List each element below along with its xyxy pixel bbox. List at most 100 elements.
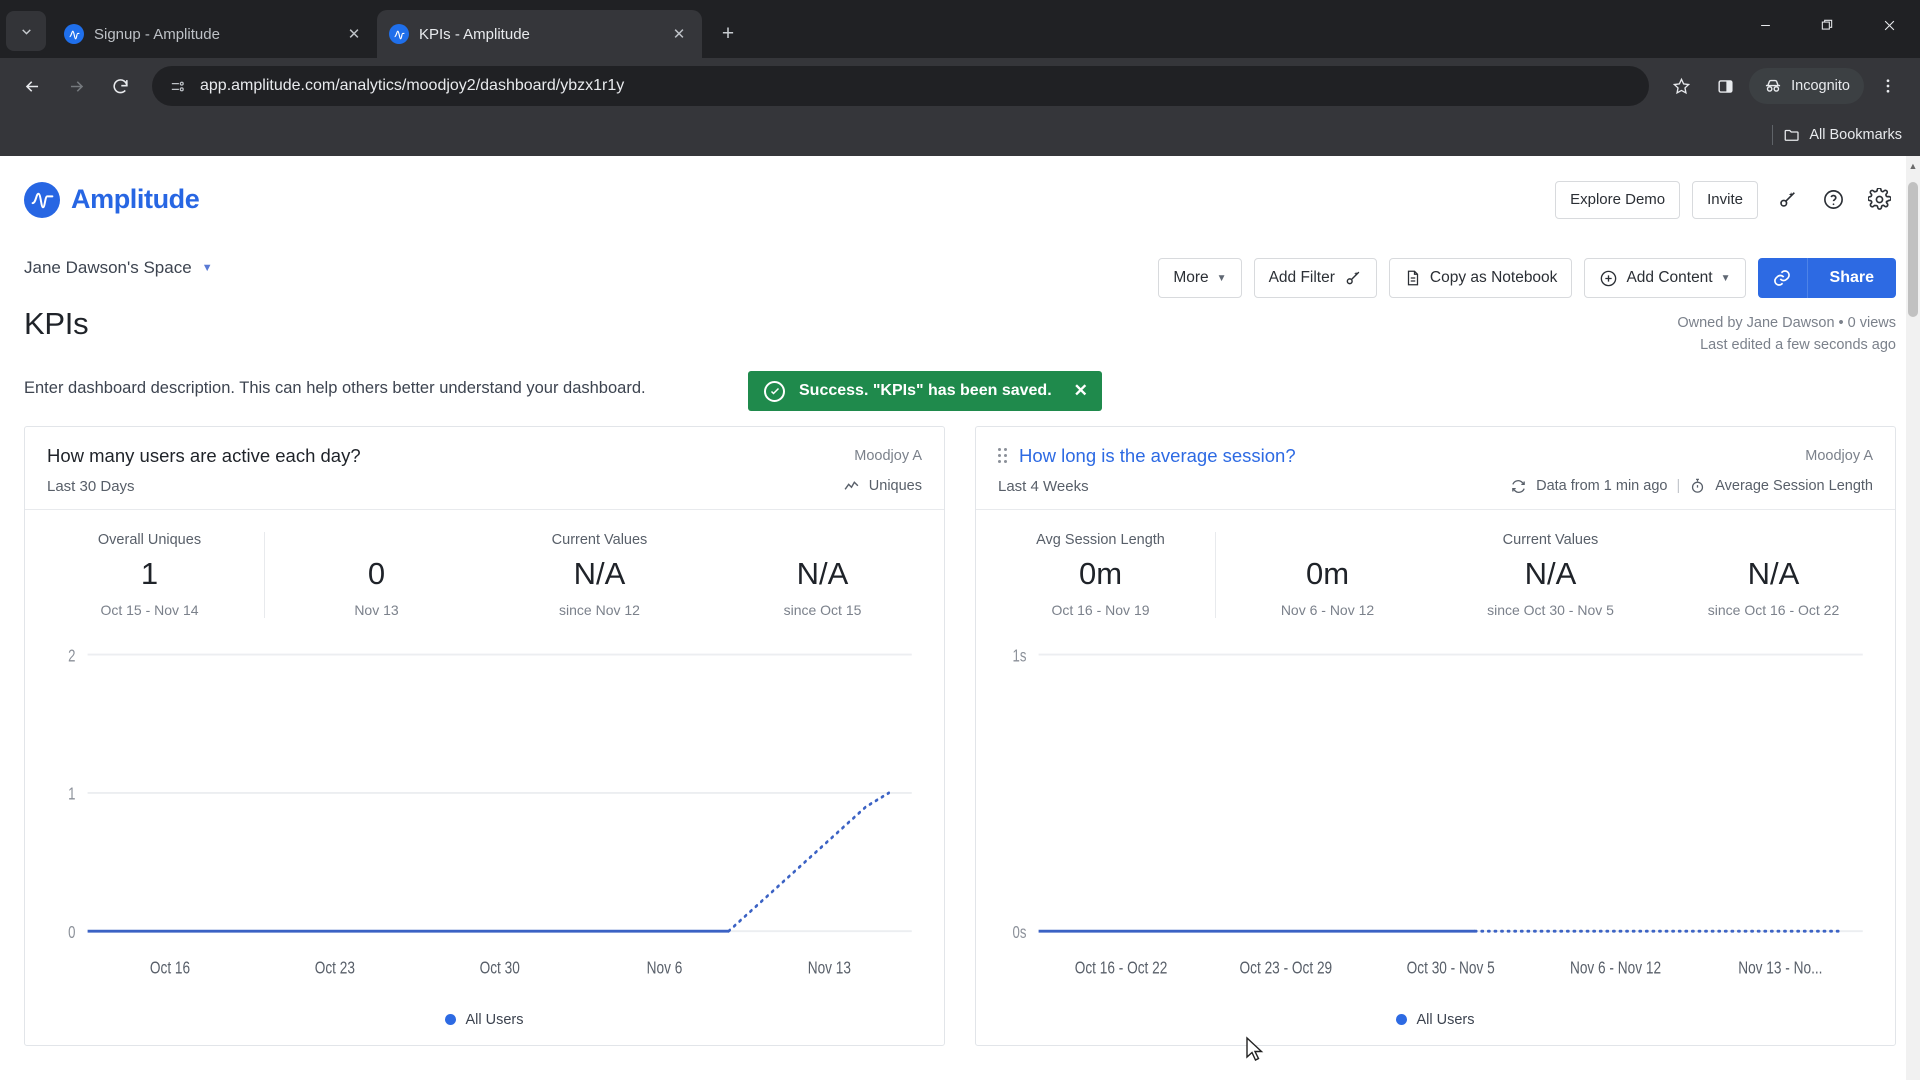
scrollbar-thumb[interactable] — [1908, 182, 1918, 317]
side-panel-icon — [1718, 79, 1733, 93]
settings-button[interactable] — [1862, 183, 1896, 217]
chart-legend[interactable]: All Users — [25, 995, 944, 1045]
chart-card-daily-active-users: How many users are active each day? Mood… — [24, 425, 945, 1046]
legend-color-swatch — [1396, 1014, 1408, 1026]
scroll-up-icon[interactable]: ▲ — [1906, 158, 1920, 174]
toast-message: Success. "KPIs" has been saved. — [799, 382, 1052, 399]
maximize-button[interactable] — [1796, 0, 1858, 50]
page-title[interactable]: KPIs — [24, 306, 89, 342]
tab-search-button[interactable] — [6, 11, 46, 51]
y-axis-tick-label: 2 — [68, 647, 75, 666]
amplitude-logo-icon — [24, 181, 60, 218]
reload-button[interactable] — [100, 66, 140, 106]
all-bookmarks-button[interactable]: All Bookmarks — [1783, 126, 1902, 144]
current-value: N/A — [1524, 555, 1577, 591]
new-tab-button[interactable]: + — [710, 16, 746, 52]
current-value-item: 0m Nov 6 - Nov 12 — [1216, 548, 1439, 618]
chevron-down-icon — [21, 28, 31, 35]
page-info-icon[interactable] — [166, 75, 188, 97]
side-panel-button[interactable] — [1705, 66, 1745, 106]
card-date-range[interactable]: Last 4 Weeks — [998, 478, 1089, 495]
card-refresh-text: Data from 1 min ago — [1536, 478, 1668, 495]
current-value-item: N/A since Oct 15 — [711, 548, 934, 618]
amplitude-icon — [389, 24, 409, 44]
kebab-menu-icon — [1886, 79, 1890, 93]
reload-icon — [112, 78, 128, 93]
chevron-down-icon: ▼ — [201, 262, 213, 274]
current-value-sub: since Nov 12 — [559, 601, 640, 618]
current-values-title: Current Values — [551, 531, 648, 548]
share-button[interactable]: Share — [1807, 258, 1896, 298]
star-icon — [1672, 77, 1690, 94]
amplitude-logo[interactable]: Amplitude — [24, 181, 200, 218]
add-content-label: Add Content — [1626, 269, 1713, 286]
toast-close-button[interactable]: ✕ — [1074, 381, 1088, 401]
current-value-item: N/A since Nov 12 — [488, 548, 711, 618]
legend-label: All Users — [465, 1011, 524, 1028]
dashboard-title-row: KPIs Owned by Jane Dawson • 0 views Last… — [0, 298, 1920, 357]
space-name: Jane Dawson's Space — [24, 258, 192, 277]
chart-cards: How many users are active each day? Mood… — [0, 398, 1920, 1046]
refresh-icon[interactable] — [1510, 478, 1527, 495]
browser-tab-kpis[interactable]: KPIs - Amplitude ✕ — [377, 10, 702, 58]
help-button[interactable] — [1816, 183, 1850, 217]
add-content-button[interactable]: Add Content ▼ — [1584, 258, 1746, 298]
x-axis-tick-label: Oct 23 — [315, 959, 355, 978]
close-window-button[interactable] — [1858, 0, 1920, 50]
forward-button[interactable] — [56, 66, 96, 106]
all-bookmarks-label: All Bookmarks — [1809, 127, 1902, 143]
magic-wand-icon — [1780, 191, 1795, 207]
copy-as-notebook-button[interactable]: Copy as Notebook — [1388, 258, 1573, 298]
current-value-sub: Nov 6 - Nov 12 — [1280, 601, 1375, 618]
tab-close-button[interactable]: ✕ — [668, 23, 690, 45]
magic-wand-button[interactable] — [1770, 183, 1804, 217]
card-owner: Moodjoy A — [854, 447, 922, 464]
y-axis-tick-label: 1 — [68, 785, 75, 804]
tab-close-button[interactable]: ✕ — [343, 23, 365, 45]
more-button[interactable]: More ▼ — [1158, 258, 1242, 298]
line-chart-svg: 0 1 2 Oct 16 Oct 23 Oct 30 Nov 6 Nov 13 — [68, 647, 912, 978]
browser-window: Signup - Amplitude ✕ KPIs - Amplitude ✕ … — [0, 0, 1920, 1080]
tab-strip: Signup - Amplitude ✕ KPIs - Amplitude ✕ … — [0, 0, 1920, 58]
space-selector[interactable]: Jane Dawson's Space ▼ — [24, 258, 213, 278]
primary-metric-caption: Avg Session Length — [1036, 531, 1165, 548]
share-group: Share — [1757, 258, 1896, 298]
incognito-indicator[interactable]: Incognito — [1749, 68, 1864, 104]
browser-tab-signup[interactable]: Signup - Amplitude ✕ — [52, 10, 377, 58]
current-value-sub: since Oct 30 - Nov 5 — [1487, 601, 1614, 618]
window-controls — [1734, 0, 1920, 50]
card-date-range[interactable]: Last 30 Days — [47, 478, 135, 495]
add-filter-button[interactable]: Add Filter — [1253, 258, 1377, 298]
chart-plot-area[interactable]: 0 1 2 Oct 16 Oct 23 Oct 30 Nov 6 Nov 13 — [25, 636, 944, 995]
card-title[interactable]: How long is the average session? — [1019, 445, 1296, 467]
maximize-icon — [1821, 19, 1833, 30]
card-metric-type: Average Session Length — [1715, 478, 1873, 495]
link-icon — [1774, 270, 1790, 286]
divider: | — [1676, 478, 1681, 495]
drag-handle-icon[interactable] — [998, 448, 1007, 464]
page-scrollbar[interactable]: ▲ — [1906, 156, 1920, 1080]
chart-plot-area[interactable]: 0s 1s Oct 16 - Oct 22 Oct 23 - Oct 29 Oct 30… — [976, 636, 1895, 995]
bookmark-button[interactable] — [1661, 66, 1701, 106]
folder-icon — [1784, 129, 1799, 141]
current-value: N/A — [796, 555, 849, 591]
explore-demo-label: Explore Demo — [1570, 191, 1666, 208]
copy-link-button[interactable] — [1757, 258, 1808, 298]
invite-button[interactable]: Invite — [1692, 180, 1758, 219]
incognito-label: Incognito — [1791, 78, 1850, 94]
browser-menu-button[interactable] — [1868, 66, 1908, 106]
address-bar[interactable]: app.amplitude.com/analytics/moodjoy2/das… — [152, 66, 1650, 106]
explore-demo-button[interactable]: Explore Demo — [1555, 180, 1681, 219]
card-title[interactable]: How many users are active each day? — [47, 445, 361, 467]
stopwatch-icon — [1692, 478, 1704, 493]
document-icon — [1407, 270, 1419, 286]
card-metrics: Avg Session Length 0m Oct 16 - Nov 19 Cu… — [976, 508, 1895, 636]
chart-legend[interactable]: All Users — [976, 995, 1895, 1045]
back-button[interactable] — [12, 66, 52, 106]
minimize-button[interactable] — [1734, 0, 1796, 50]
legend-color-swatch — [445, 1014, 457, 1026]
success-toast: Success. "KPIs" has been saved. ✕ — [748, 371, 1102, 411]
x-axis-tick-label: Oct 23 - Oct 29 — [1240, 959, 1333, 978]
browser-toolbar: app.amplitude.com/analytics/moodjoy2/das… — [0, 58, 1920, 114]
primary-metric-caption: Overall Uniques — [97, 531, 202, 548]
